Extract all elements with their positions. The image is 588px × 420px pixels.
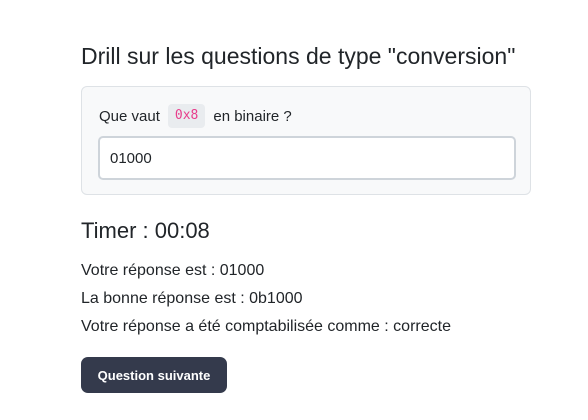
question-code: 0x8	[167, 104, 206, 128]
answer-input[interactable]	[98, 136, 516, 180]
question-card: Que vaut 0x8 en binaire ?	[81, 86, 531, 195]
correct-answer-text: La bonne réponse est : 0b1000	[81, 290, 303, 307]
question-suffix: en binaire ?	[213, 107, 292, 125]
question-prefix: Que vaut	[99, 107, 160, 125]
page: Drill sur les questions de type "convers…	[0, 0, 588, 420]
timer: Timer : 00:08	[81, 218, 210, 243]
verdict-text: Votre réponse a été comptabilisée comme …	[81, 318, 451, 335]
your-answer-text: Votre réponse est : 01000	[81, 262, 265, 279]
page-title: Drill sur les questions de type "convers…	[81, 43, 516, 69]
question-text: Que vaut 0x8 en binaire ?	[99, 102, 292, 130]
next-question-button[interactable]: Question suivante	[81, 357, 227, 393]
